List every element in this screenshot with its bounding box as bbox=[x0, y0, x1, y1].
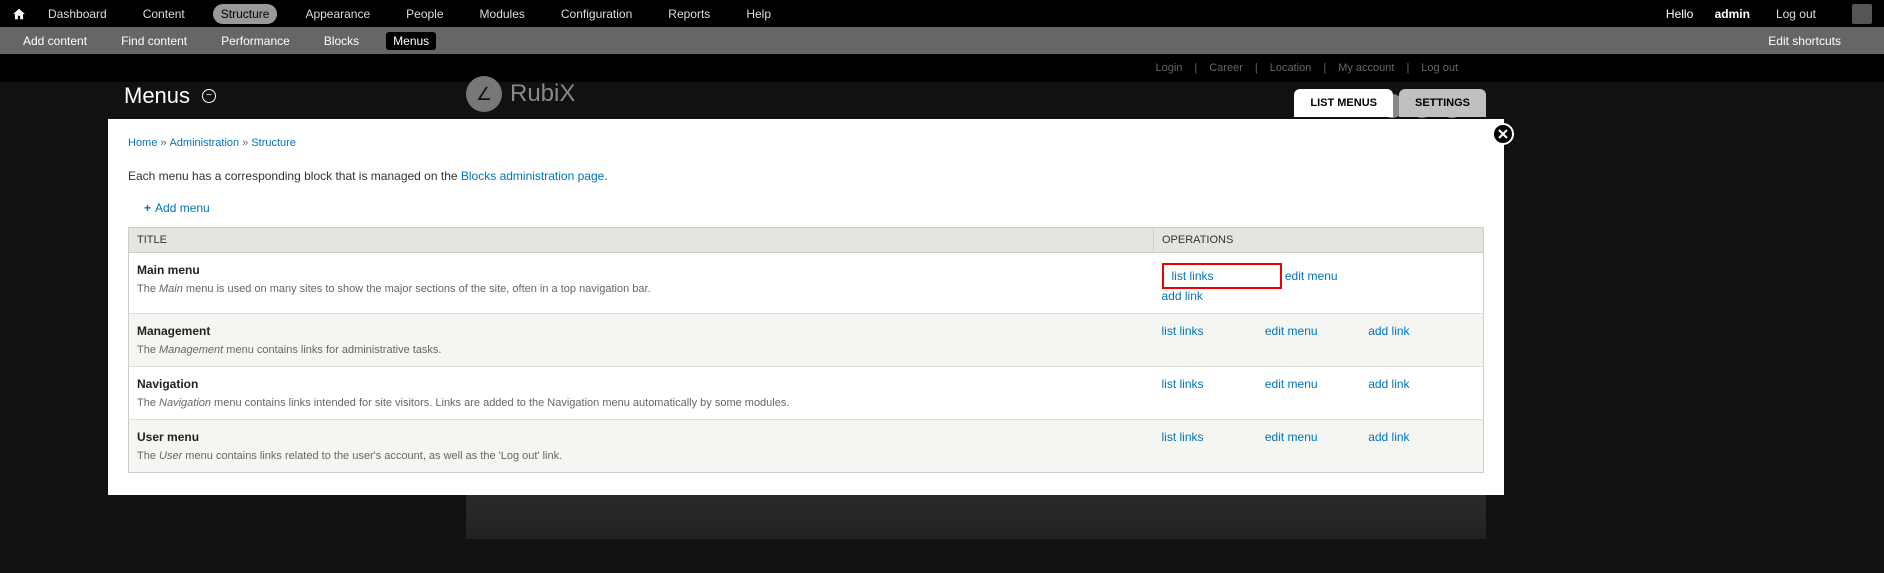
toolbar-item-people[interactable]: People bbox=[398, 4, 451, 24]
breadcrumb-item[interactable]: Administration bbox=[169, 137, 239, 149]
site-topnav-item[interactable]: Log out bbox=[1421, 62, 1458, 74]
edit-shortcuts-link[interactable]: Edit shortcuts bbox=[1761, 32, 1848, 50]
intro-text: Each menu has a corresponding block that… bbox=[128, 169, 1484, 183]
th-title: TITLE bbox=[129, 228, 1154, 253]
menu-title: Main menu bbox=[137, 263, 1146, 277]
tab-settings[interactable]: SETTINGS bbox=[1399, 89, 1486, 117]
toolbar-item-help[interactable]: Help bbox=[738, 4, 779, 24]
add-menu: + Add menu bbox=[144, 201, 1484, 215]
toolbar-item-content[interactable]: Content bbox=[135, 4, 193, 24]
add-link-link[interactable]: add link bbox=[1368, 377, 1468, 391]
operations-cell: list links edit menu add link bbox=[1154, 420, 1484, 473]
add-menu-link[interactable]: Add menu bbox=[155, 201, 210, 215]
toolbar-item-structure[interactable]: Structure bbox=[213, 4, 278, 24]
hello-user: Hello admin bbox=[1666, 7, 1750, 21]
toolbar-item-configuration[interactable]: Configuration bbox=[553, 4, 640, 24]
table-row: Management The Management menu contains … bbox=[129, 314, 1484, 367]
operations-cell: list links edit menu add link bbox=[1154, 253, 1484, 314]
shortcut-item-menus[interactable]: Menus bbox=[386, 32, 436, 50]
collapse-icon[interactable]: − bbox=[202, 89, 216, 103]
toolbar-item-modules[interactable]: Modules bbox=[472, 4, 533, 24]
menus-table: TITLE OPERATIONS Main menu The Main menu… bbox=[128, 227, 1484, 473]
add-link-link[interactable]: add link bbox=[1368, 430, 1468, 444]
brand-logo-icon: ∠ bbox=[466, 76, 502, 112]
list-links-link[interactable]: list links bbox=[1162, 377, 1262, 391]
table-row: Main menu The Main menu is used on many … bbox=[129, 253, 1484, 314]
list-links-link[interactable]: list links bbox=[1162, 324, 1262, 338]
operations-cell: list links edit menu add link bbox=[1154, 367, 1484, 420]
toolbar-item-appearance[interactable]: Appearance bbox=[297, 4, 378, 24]
site-topnav-item[interactable]: Login bbox=[1155, 62, 1182, 74]
overlay-close-button[interactable] bbox=[1492, 123, 1514, 145]
menu-title: Navigation bbox=[137, 377, 1146, 391]
menu-description: The User menu contains links related to … bbox=[137, 450, 1146, 462]
site-topnav-item[interactable]: My account bbox=[1338, 62, 1394, 74]
shortcut-bar: Add content Find content Performance Blocks… bbox=[0, 27, 1884, 54]
site-brand: ∠ RubiX bbox=[466, 76, 575, 112]
shortcut-item-blocks[interactable]: Blocks bbox=[317, 32, 366, 50]
menu-title: Management bbox=[137, 324, 1146, 338]
home-icon[interactable] bbox=[12, 7, 26, 21]
site-topnav-item[interactable]: Location bbox=[1270, 62, 1312, 74]
menu-description: The Management menu contains links for a… bbox=[137, 344, 1146, 356]
edit-menu-link[interactable]: edit menu bbox=[1265, 324, 1365, 338]
admin-toolbar: Dashboard Content Structure Appearance Peopl… bbox=[0, 0, 1884, 27]
site-topnav-item[interactable]: Career bbox=[1209, 62, 1243, 74]
toolbar-toggle[interactable] bbox=[1852, 4, 1872, 24]
site-topnav: Login|Career|Location|My account|Log out bbox=[0, 54, 1884, 82]
add-link-link[interactable]: add link bbox=[1368, 324, 1468, 338]
shortcut-item-performance[interactable]: Performance bbox=[214, 32, 297, 50]
edit-menu-link[interactable]: edit menu bbox=[1265, 377, 1365, 391]
tab-list-menus[interactable]: LIST MENUS bbox=[1294, 89, 1393, 117]
menu-description: The Main menu is used on many sites to s… bbox=[137, 283, 1146, 295]
breadcrumb-item[interactable]: Structure bbox=[251, 137, 296, 149]
plus-icon: + bbox=[144, 201, 151, 215]
th-operations: OPERATIONS bbox=[1154, 228, 1484, 253]
close-icon bbox=[1498, 129, 1508, 139]
table-row: Navigation The Navigation menu contains … bbox=[129, 367, 1484, 420]
shortcut-item-find-content[interactable]: Find content bbox=[114, 32, 194, 50]
list-links-link[interactable]: list links bbox=[1162, 430, 1262, 444]
breadcrumb-item[interactable]: Home bbox=[128, 137, 157, 149]
page-title: Menus bbox=[124, 83, 190, 109]
overlay-tabs: LIST MENUSSETTINGS bbox=[1288, 89, 1486, 117]
breadcrumb: Home»Administration»Structure bbox=[128, 137, 1484, 149]
edit-menu-link[interactable]: edit menu bbox=[1265, 430, 1365, 444]
operations-cell: list links edit menu add link bbox=[1154, 314, 1484, 367]
toolbar-item-dashboard[interactable]: Dashboard bbox=[40, 4, 115, 24]
blocks-admin-link[interactable]: Blocks administration page bbox=[461, 169, 604, 183]
add-link-link[interactable]: add link bbox=[1162, 289, 1262, 303]
overlay-panel: Home»Administration»Structure Each menu … bbox=[108, 119, 1504, 495]
shortcut-item-add-content[interactable]: Add content bbox=[16, 32, 94, 50]
edit-menu-link[interactable]: edit menu bbox=[1285, 269, 1385, 283]
toolbar-item-reports[interactable]: Reports bbox=[660, 4, 718, 24]
menu-title: User menu bbox=[137, 430, 1146, 444]
menu-description: The Navigation menu contains links inten… bbox=[137, 397, 1146, 409]
table-row: User menu The User menu contains links r… bbox=[129, 420, 1484, 473]
logout-link[interactable]: Log out bbox=[1768, 4, 1824, 24]
list-links-link[interactable]: list links bbox=[1172, 269, 1272, 283]
overlay-header: Menus − bbox=[124, 83, 216, 109]
